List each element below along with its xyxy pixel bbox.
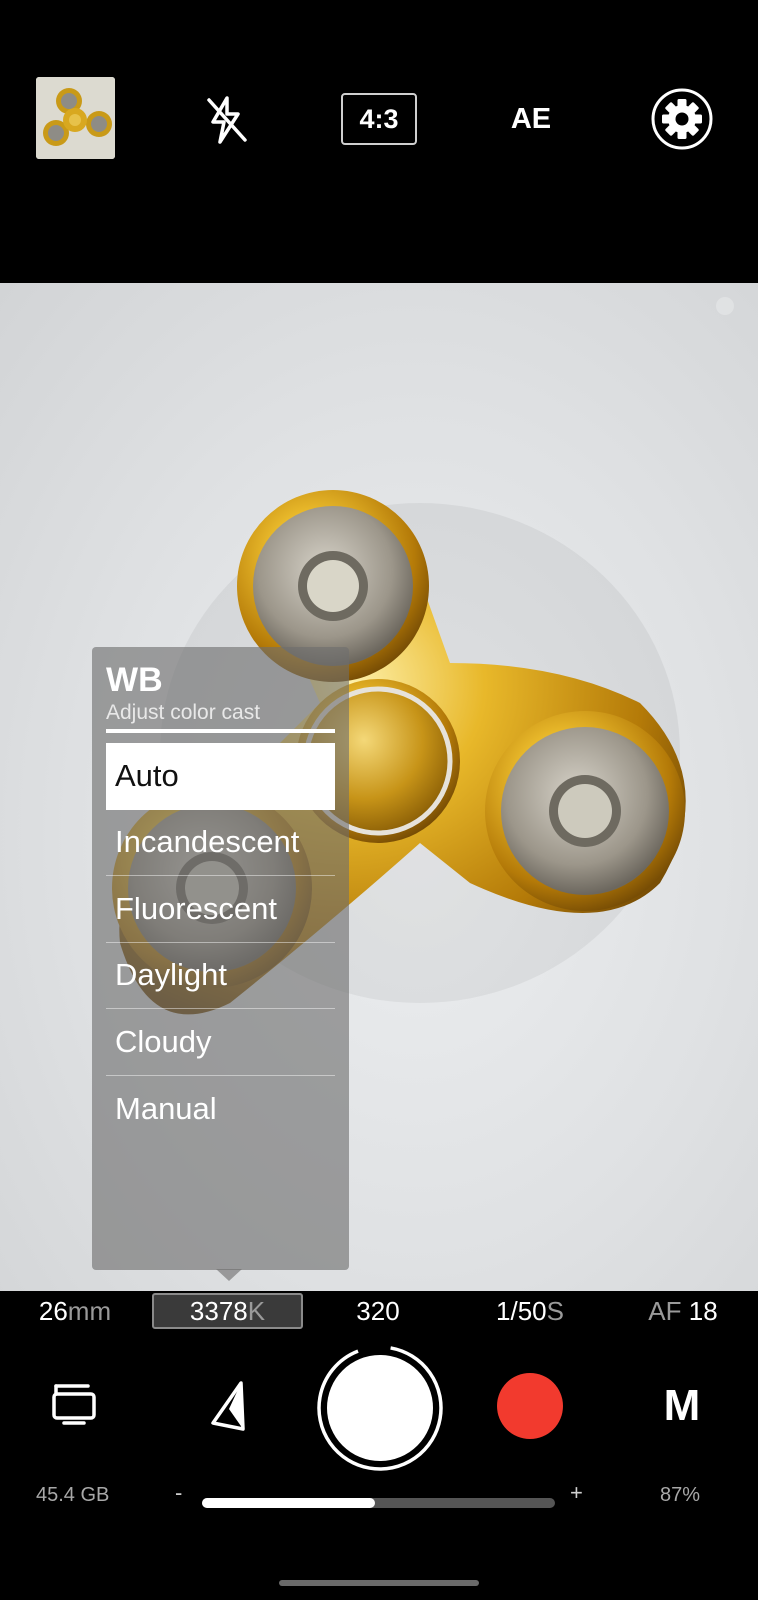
- shutter-speed-unit: S: [546, 1295, 564, 1326]
- fidget-spinner-thumbnail-icon: [36, 77, 115, 159]
- af-label: AF: [648, 1295, 682, 1326]
- focus-mode-button[interactable]: [200, 1377, 256, 1433]
- white-balance-button[interactable]: 3378 K: [152, 1293, 303, 1329]
- flash-off-button[interactable]: [198, 92, 254, 148]
- zoom-slider-fill: [202, 1498, 375, 1508]
- battery-level: 87%: [660, 1484, 701, 1506]
- gallery-button[interactable]: [47, 1379, 103, 1429]
- shutter-speed-value: 1/50: [496, 1295, 547, 1326]
- shutter-speed-button[interactable]: 1/50 S: [475, 1291, 585, 1331]
- wb-panel-pointer: [216, 1269, 242, 1281]
- wb-panel-subtitle: Adjust color cast: [106, 701, 261, 724]
- wb-option-cloudy[interactable]: Cloudy: [106, 1009, 335, 1076]
- iso-button[interactable]: 320: [340, 1291, 416, 1331]
- capture-controls: M: [0, 1331, 758, 1600]
- wb-option-fluorescent[interactable]: Fluorescent: [106, 876, 335, 943]
- wb-option-incandescent[interactable]: Incandescent: [106, 810, 335, 876]
- parameter-bar: 26 mm 3378 K 320 1/50 S AF 18: [0, 1291, 758, 1331]
- wb-kelvin-value: 3378: [189, 1295, 248, 1326]
- focus-point-icon: [211, 1381, 245, 1431]
- zoom-slider[interactable]: [202, 1498, 555, 1508]
- home-indicator[interactable]: [279, 1580, 479, 1586]
- wb-panel-title: WB: [106, 661, 163, 699]
- autofocus-button[interactable]: AF 18: [628, 1291, 738, 1331]
- aspect-ratio-button[interactable]: 4:3: [341, 93, 417, 145]
- shutter-button[interactable]: [315, 1343, 445, 1473]
- wb-option-auto[interactable]: Auto: [106, 743, 335, 810]
- iso-value: 320: [356, 1295, 400, 1326]
- last-photo-thumbnail[interactable]: [36, 77, 115, 159]
- top-bar: 4:3 AE: [0, 0, 758, 283]
- zoom-out-button[interactable]: -: [175, 1480, 182, 1506]
- focal-length-value: 26: [38, 1295, 68, 1326]
- wb-options-list: Auto Incandescent Fluorescent Daylight C…: [106, 743, 335, 1142]
- zoom-in-button[interactable]: +: [570, 1480, 583, 1506]
- wb-option-manual[interactable]: Manual: [106, 1076, 335, 1143]
- record-button[interactable]: [497, 1373, 563, 1439]
- shutter-icon: [317, 1345, 443, 1471]
- gear-icon: [651, 88, 713, 150]
- storage-remaining: 45.4 GB: [36, 1484, 110, 1506]
- wb-panel-divider: [106, 729, 335, 733]
- mode-button[interactable]: M: [649, 1375, 715, 1437]
- viewfinder-indicator-dot: [716, 297, 734, 315]
- settings-button[interactable]: [650, 87, 714, 151]
- wb-option-daylight[interactable]: Daylight: [106, 943, 335, 1009]
- gallery-icon: [52, 1384, 96, 1425]
- focal-length-button[interactable]: 26 mm: [25, 1291, 125, 1331]
- af-value: 18: [688, 1295, 718, 1326]
- white-balance-panel: WB Adjust color cast Auto Incandescent F…: [92, 647, 349, 1270]
- flash-off-icon: [207, 96, 247, 144]
- wb-kelvin-unit: K: [247, 1295, 266, 1326]
- auto-exposure-button[interactable]: AE: [498, 93, 564, 145]
- focal-length-unit: mm: [67, 1295, 112, 1326]
